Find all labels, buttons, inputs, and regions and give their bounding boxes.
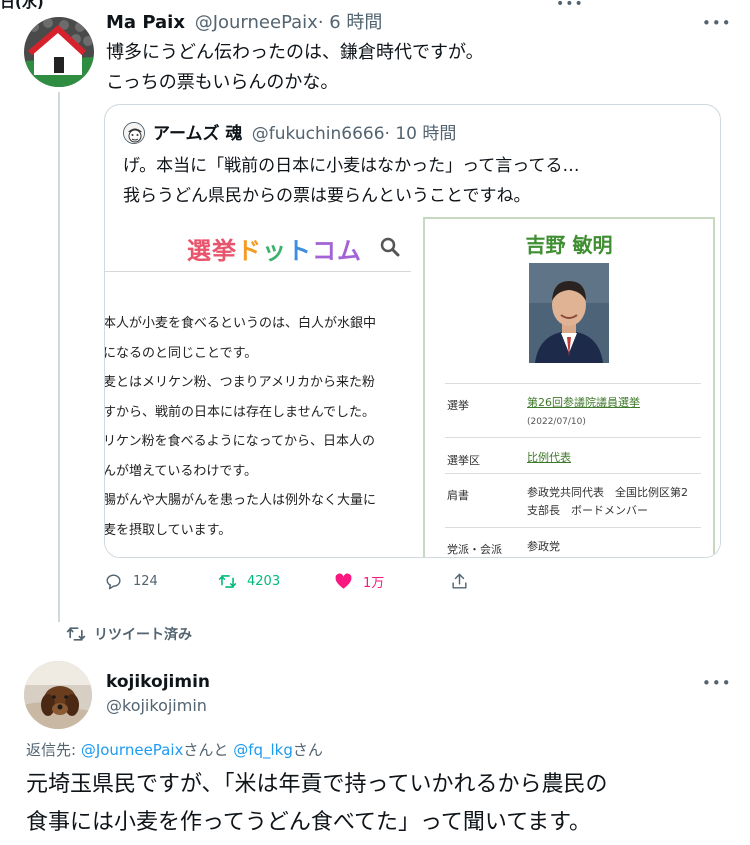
avatar[interactable]: [24, 17, 94, 87]
quote-text: げ。本当に「戦前の日本に小麦はなかった」って言ってる… 我らうどん県民からの票は…: [123, 151, 713, 211]
tweet-text: 元埼玉県民ですが、「米は年貢で持っていかれるから農民の 食事には小麦を作ってうど…: [26, 766, 746, 842]
tweet-text-line: 元埼玉県民ですが、「米は年貢で持っていかれるから農民の: [26, 772, 608, 797]
party-value: 参政党: [527, 540, 560, 553]
share-icon: [452, 573, 467, 589]
quote-timestamp[interactable]: · 10 時間: [385, 124, 457, 144]
tweet-header: Ma Paix @JourneePaix· 6 時間: [106, 8, 382, 34]
article-line: 腸がんや大腸がんを患った人は例外なく大量に: [104, 493, 377, 508]
reply-count: 124: [133, 574, 158, 589]
quote-tweet-card[interactable]: アームズ 魂 @fukuchin6666· 10 時間 げ。本当に「戦前の日本に…: [104, 104, 721, 558]
quote-text-line: 我らうどん県民からの票は要らんということですね。: [123, 186, 531, 206]
logo-part: 選挙: [187, 237, 237, 265]
article-line: リケン粉を食べるようになってから、日本人の: [104, 434, 375, 449]
article-line: になるのと同じことです。: [104, 345, 258, 361]
replying-prefix: 返信先:: [26, 741, 81, 759]
candidate-profile: 吉野 敏明 選挙 第26回参議院議員選挙 (2022/07/10) 選挙区 比例…: [423, 217, 715, 557]
replying-to: 返信先: @JourneePaixさんと @fq_lkgさん: [26, 739, 323, 760]
article-line: んが増えているわけです。: [104, 463, 258, 479]
replying-suffix: さん: [292, 741, 323, 759]
tweet-text: 博多にうどん伝わったのは、鎌倉時代ですが。 こっちの票もいらんのかな。: [106, 38, 716, 98]
quote-avatar[interactable]: [123, 122, 145, 144]
logo-part: ッ: [262, 237, 287, 265]
reply-icon: [106, 574, 121, 590]
more-options-icon[interactable]: •••: [702, 674, 732, 692]
senkyo-logo: 選挙ドットコム: [187, 231, 362, 266]
quote-image[interactable]: 選挙ドットコム 本人が小麦を食べるというのは、白人が水銀中 になるのと同じことで…: [104, 217, 720, 557]
divider: [445, 527, 701, 528]
retweeted-indicator: リツイート済み: [66, 624, 192, 644]
tweet-text-line: こっちの票もいらんのかな。: [106, 72, 339, 93]
quote-header: アームズ 魂 @fukuchin6666· 10 時間: [153, 119, 456, 144]
election-label: 選挙: [447, 399, 469, 412]
candidate-name: 吉野 敏明: [525, 233, 613, 257]
logo-part: コム: [312, 237, 362, 265]
replying-sep: さんと: [183, 741, 234, 759]
quote-display-name[interactable]: アームズ 魂: [153, 124, 242, 144]
mention-link[interactable]: @JourneePaix: [81, 741, 184, 759]
article-line: 麦を摂取しています。: [104, 522, 232, 538]
handle[interactable]: @kojikojimin: [106, 696, 207, 715]
reply-button[interactable]: 124: [104, 572, 158, 591]
avatar-house-icon: [24, 17, 94, 87]
mention-link[interactable]: @fq_lkg: [233, 741, 293, 759]
quote-handle[interactable]: @fukuchin6666: [252, 124, 385, 144]
display-name[interactable]: kojikojimin: [106, 672, 210, 692]
logo-part: ト: [287, 237, 312, 265]
search-icon: [380, 237, 400, 257]
thread-line: [58, 92, 60, 622]
heart-icon: [335, 573, 352, 589]
article-text: 本人が小麦を食べるというのは、白人が水銀中 になるのと同じことです。 麦とはメリ…: [104, 309, 421, 557]
avatar-dog-icon: [24, 661, 92, 729]
retweet-icon: [66, 627, 86, 641]
quote-text-line: げ。本当に「戦前の日本に小麦はなかった」って言ってる…: [123, 156, 580, 176]
article-line: 麦とはメリケン粉、つまりアメリカから来た粉: [104, 375, 375, 390]
title-value: 参政党共同代表 全国比例区第2 支部長 ボードメンバー: [527, 484, 688, 520]
divider: [105, 271, 411, 272]
handle[interactable]: @JourneePaix: [195, 12, 318, 33]
party-label: 党派・会派: [447, 543, 502, 556]
article-line: 本人が小麦を食べるというのは、白人が水銀中: [104, 316, 377, 331]
tweet-text-line: 博多にうどん伝わったのは、鎌倉時代ですが。: [106, 42, 484, 63]
title-line: 支部長 ボードメンバー: [527, 504, 648, 517]
district-label: 選挙区: [447, 454, 480, 467]
article-line: すから、戦前の日本には存在しませんでした。: [104, 404, 375, 420]
retweeted-label: リツイート済み: [94, 627, 192, 643]
candidate-photo: [529, 263, 609, 363]
logo-part: ド: [237, 237, 262, 265]
divider: [445, 437, 701, 438]
divider: [445, 473, 701, 474]
timestamp[interactable]: · 6 時間: [318, 12, 383, 33]
retweet-button[interactable]: 4203: [218, 572, 280, 591]
district-value: 比例代表: [527, 449, 571, 467]
election-link[interactable]: 第26回参議院議員選挙: [527, 396, 640, 409]
share-button[interactable]: [450, 572, 469, 591]
like-button[interactable]: 1万: [334, 572, 384, 591]
avatar-face-icon: [124, 123, 144, 143]
title-label: 肩書: [447, 489, 469, 502]
date-header: 日(水): [0, 0, 44, 11]
tweet-text-line: 食事には小麦を作ってうどん食べてた」って聞いてます。: [26, 810, 591, 835]
more-options-icon[interactable]: •••: [702, 14, 732, 32]
avatar[interactable]: [24, 661, 92, 729]
title-line: 参政党共同代表 全国比例区第2: [527, 486, 688, 499]
retweet-count: 4203: [247, 574, 281, 589]
district-link[interactable]: 比例代表: [527, 451, 571, 464]
election-date: (2022/07/10): [527, 417, 586, 427]
divider: [445, 383, 701, 384]
election-value: 第26回参議院議員選挙: [527, 394, 640, 412]
retweet-icon: [218, 575, 237, 588]
more-options-icon[interactable]: •••: [556, 0, 584, 12]
display-name[interactable]: Ma Paix: [106, 12, 185, 33]
candidate-portrait-icon: [529, 263, 609, 363]
like-count: 1万: [363, 576, 385, 591]
